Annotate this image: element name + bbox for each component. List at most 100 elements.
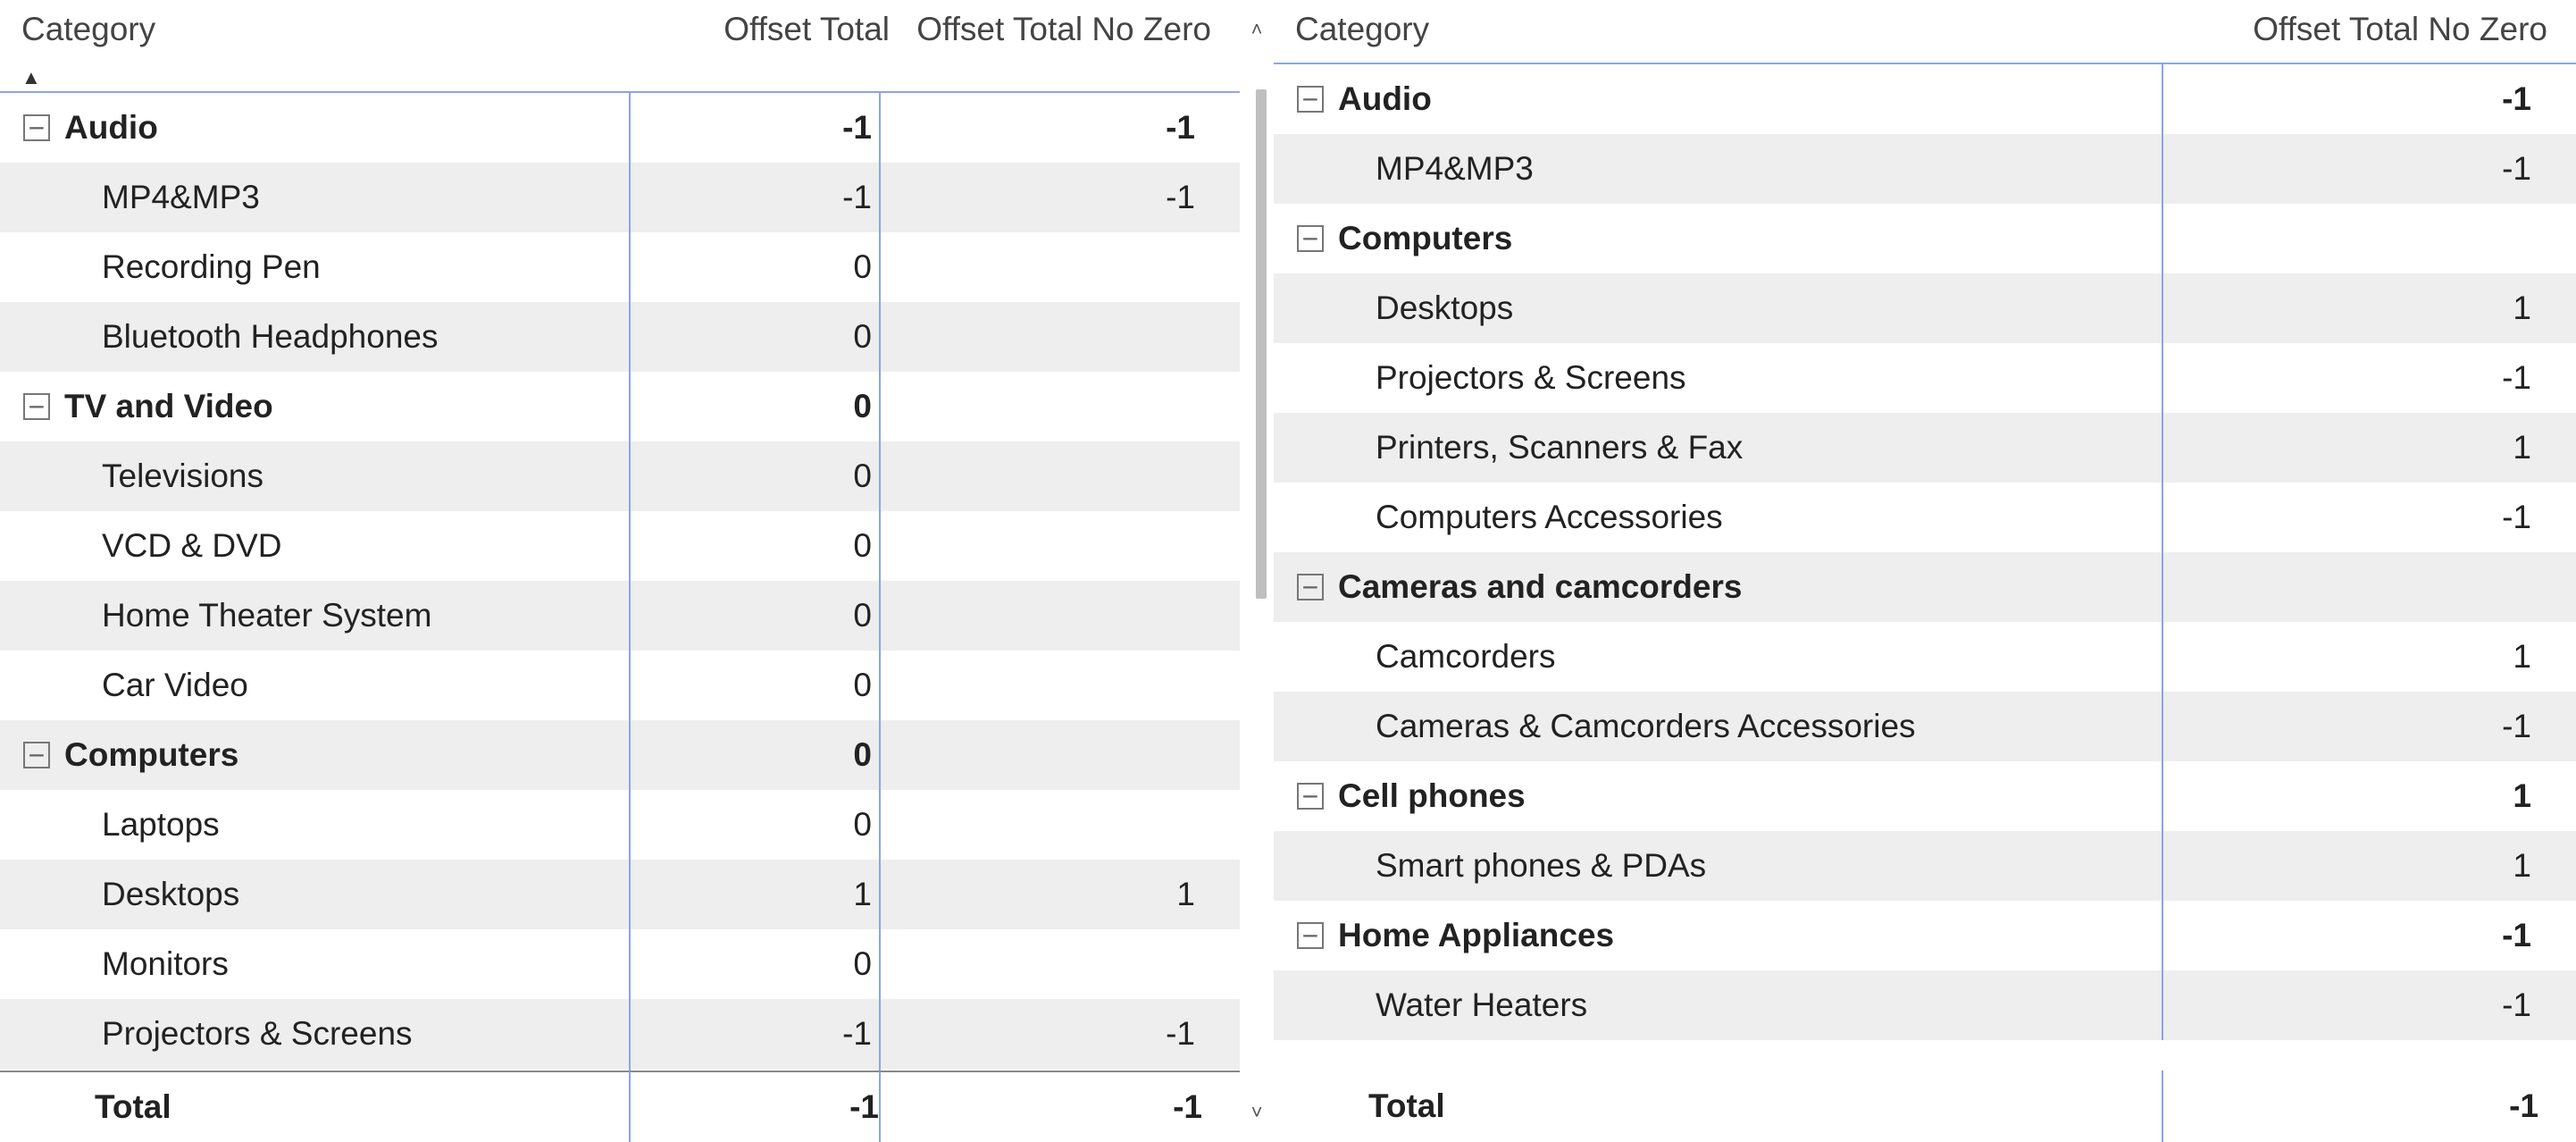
right-column-header-category[interactable]: Category — [1295, 7, 2179, 54]
table-row[interactable]: Water Heaters-1 — [1274, 970, 2576, 1040]
cell-offset-total-no-zero — [881, 232, 1202, 302]
row-label: Computers Accessories — [1376, 499, 1723, 536]
cell-offset-total-no-zero — [881, 302, 1202, 372]
table-row[interactable]: MP4&MP3-1-1 — [0, 163, 1240, 232]
row-label: Smart phones & PDAs — [1376, 847, 1706, 885]
table-row[interactable]: Smart phones & PDAs1 — [1274, 831, 2576, 901]
left-total-c2: -1 — [881, 1071, 1202, 1142]
row-label: Cameras & Camcorders Accessories — [1376, 708, 1916, 745]
table-row[interactable]: Recording Pen0 — [0, 232, 1240, 302]
scroll-down-icon[interactable]: ˅ — [1251, 1101, 1263, 1124]
table-row[interactable]: Computers0 — [0, 720, 1240, 790]
collapse-icon[interactable] — [1297, 86, 1324, 113]
row-label: Water Heaters — [1376, 987, 1587, 1024]
table-row[interactable]: VCD & DVD0 — [0, 511, 1240, 581]
table-row[interactable]: Audio-1-1 — [0, 93, 1240, 163]
table-row[interactable]: Cameras & Camcorders Accessories-1 — [1274, 692, 2576, 761]
table-row[interactable]: Televisions0 — [0, 441, 1240, 511]
cell-offset-total-no-zero — [881, 720, 1202, 790]
table-row[interactable]: Bluetooth Headphones 0 — [0, 302, 1240, 372]
left-column-header-offset-total[interactable]: Offset Total — [647, 7, 897, 54]
table-row[interactable]: Audio-1 — [1274, 64, 2576, 134]
row-label: Desktops — [102, 876, 239, 913]
table-row[interactable]: Projectors & Screens -1-1 — [0, 999, 1240, 1069]
row-label: Cameras and camcorders — [1338, 568, 1742, 606]
left-column-header-category[interactable]: Category ▲ — [21, 7, 647, 93]
right-header-row: Category Offset Total No Zero — [1274, 7, 2576, 64]
table-row[interactable]: Computers — [1274, 204, 2576, 273]
row-label: Desktops — [1376, 290, 1513, 327]
cell-offset-total: 0 — [631, 651, 881, 720]
table-row[interactable]: Home Appliances-1 — [1274, 901, 2576, 970]
collapse-icon[interactable] — [23, 742, 50, 768]
table-row[interactable]: Cameras and camcorders — [1274, 552, 2576, 622]
row-label: TV and Video — [64, 388, 273, 425]
table-row[interactable]: Printers, Scanners & Fax1 — [1274, 413, 2576, 483]
cell-offset-total-no-zero — [881, 651, 1202, 720]
collapse-icon[interactable] — [23, 393, 50, 420]
table-row[interactable]: TV and Video 0 — [0, 372, 1240, 441]
table-row[interactable]: Car Video 0 — [0, 651, 1240, 720]
table-row[interactable]: Projectors & Screens -1 — [1274, 343, 2576, 413]
cell-offset-total: 0 — [631, 720, 881, 790]
row-label: Car Video — [102, 667, 248, 704]
cell-offset-total-no-zero: -1 — [2163, 343, 2538, 413]
table-row[interactable]: Desktops 1 — [1274, 273, 2576, 343]
right-matrix: Category Offset Total No Zero Audio-1MP4… — [1265, 0, 2576, 1142]
sort-ascending-icon: ▲ — [21, 68, 640, 88]
right-body[interactable]: Audio-1MP4&MP3-1ComputersDesktops1Projec… — [1274, 64, 2576, 1071]
cell-offset-total: 0 — [631, 511, 881, 581]
table-row[interactable]: Laptops 0 — [0, 790, 1240, 860]
row-label: Projectors & Screens — [102, 1015, 413, 1053]
cell-offset-total-no-zero — [881, 372, 1202, 441]
left-body[interactable]: Audio-1-1MP4&MP3-1-1Recording Pen0Blueto… — [0, 93, 1240, 1071]
cell-offset-total-no-zero — [881, 511, 1202, 581]
row-label: Laptops — [102, 806, 220, 844]
table-row[interactable]: Camcorders1 — [1274, 622, 2576, 692]
row-label: Audio — [64, 109, 158, 147]
right-total-label: Total — [1368, 1087, 1445, 1125]
cell-offset-total: -1 — [631, 999, 881, 1069]
cell-offset-total-no-zero: -1 — [881, 999, 1202, 1069]
table-row[interactable]: Computers Accessories -1 — [1274, 483, 2576, 552]
cell-offset-total-no-zero: 1 — [2163, 413, 2538, 483]
left-total-c1: -1 — [631, 1071, 881, 1142]
cell-offset-total-no-zero: -1 — [881, 163, 1202, 232]
cell-offset-total: 0 — [631, 372, 881, 441]
table-row[interactable]: Desktops11 — [0, 860, 1240, 929]
collapse-icon[interactable] — [1297, 783, 1324, 810]
cell-offset-total: 0 — [631, 302, 881, 372]
cell-offset-total: 0 — [631, 790, 881, 860]
row-label: Cell phones — [1338, 777, 1526, 815]
right-column-header-offset-total-no-zero[interactable]: Offset Total No Zero — [2179, 7, 2555, 54]
right-total-row: Total -1 — [1274, 1071, 2576, 1142]
row-label: Monitors — [102, 945, 229, 983]
collapse-icon[interactable] — [1297, 574, 1324, 600]
cell-offset-total-no-zero: -1 — [2163, 134, 2538, 204]
collapse-icon[interactable] — [23, 114, 50, 141]
collapse-icon[interactable] — [1297, 922, 1324, 949]
row-label: Projectors & Screens — [1376, 359, 1686, 397]
row-label: Recording Pen — [102, 248, 321, 286]
layout: Category ▲ Offset Total Offset Total No … — [0, 0, 2576, 1142]
left-total-label: Total — [95, 1088, 171, 1126]
cell-offset-total-no-zero: 1 — [2163, 273, 2538, 343]
collapse-icon[interactable] — [1297, 225, 1324, 252]
left-header-category-label: Category — [21, 11, 640, 48]
table-row[interactable]: MP4&MP3-1 — [1274, 134, 2576, 204]
left-column-header-offset-total-no-zero[interactable]: Offset Total No Zero — [897, 7, 1218, 54]
table-row[interactable]: Home Theater System0 — [0, 581, 1240, 651]
row-label: Home Theater System — [102, 597, 431, 634]
cell-offset-total-no-zero: -1 — [2163, 483, 2538, 552]
table-row[interactable]: Cell phones 1 — [1274, 761, 2576, 831]
cell-offset-total-no-zero: 1 — [881, 860, 1202, 929]
row-label: MP4&MP3 — [102, 179, 260, 216]
row-label: Bluetooth Headphones — [102, 318, 438, 356]
scrollbar[interactable]: ˄ ˅ — [1249, 0, 1265, 1142]
cell-offset-total: -1 — [631, 93, 881, 163]
table-row[interactable]: Monitors0 — [0, 929, 1240, 999]
cell-offset-total: 0 — [631, 441, 881, 511]
cell-offset-total-no-zero: 1 — [2163, 761, 2538, 831]
scroll-up-icon[interactable]: ˄ — [1251, 18, 1263, 41]
right-total-c1: -1 — [2163, 1071, 2538, 1142]
